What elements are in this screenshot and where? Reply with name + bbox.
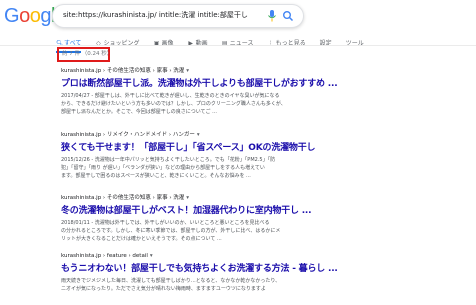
result-snippet: 2017/04/27 - 部屋干しは、外干しに比べて乾きが遅いし、生乾きのときの… [61,93,286,115]
tab-videos[interactable]: ▶ 動画 [188,37,207,51]
tab-tools[interactable]: ツール [346,37,364,51]
tab-images[interactable]: ▣ 画像 [154,37,174,51]
tab-more[interactable]: ⋮ もっと見る [268,37,306,51]
result-title[interactable]: もうニオわない！部屋干しでも気持ちよくお洗濯する方法 - 暮らし ... [61,261,361,274]
result-snippet: 2018/01/11 - 洗濯物は外干しでは、外干しがいいのか、いいところと悪い… [61,220,281,242]
result-title[interactable]: 冬の洗濯物は部屋干しがベスト！加湿器代わりに室内物干し ... [61,203,361,216]
result-url[interactable]: kurashinista.jp › feature › detail ▾ [61,253,361,259]
result-stats: 約 7 件 （0.24 秒） [57,47,112,62]
tab-news[interactable]: ▤ ニュース [222,37,254,51]
microphone-icon[interactable] [267,9,277,23]
more-icon: ⋮ [267,40,274,47]
result-title[interactable]: プロは断然部屋干し派。洗濯物は外干しよりも部屋干しがおすすめ ... [61,76,361,89]
result-url[interactable]: kurashinista.jp › その他生活の知恵 › 家事 › 洗濯 ▾ [61,66,361,74]
search-result: kurashinista.jp › その他生活の知恵 › 家事 › 洗濯 ▾ 冬の… [61,193,361,243]
chevron-down-icon[interactable]: ▾ [186,68,189,74]
divider [0,45,476,46]
search-result: kurashinista.jp › リメイク・ハンドメイド › ハンガー ▾ 狭く… [61,130,361,180]
search-input[interactable]: site:https://kurashinista.jp/ intitle:洗濯… [63,10,248,20]
search-bar[interactable]: site:https://kurashinista.jp/ intitle:洗濯… [52,4,304,28]
video-icon: ▶ [188,40,193,47]
image-icon: ▣ [153,40,160,47]
chevron-down-icon[interactable]: ▾ [197,132,200,138]
tab-settings[interactable]: 設定 [320,37,332,51]
search-result: kurashinista.jp › その他生活の知恵 › 家事 › 洗濯 ▾ プロ… [61,66,361,116]
news-icon: ▤ [221,40,228,47]
result-title[interactable]: 狭くても干せます！「部屋干し」「省スペース」OKの洗濯物干し [61,140,361,153]
chevron-down-icon[interactable]: ▾ [186,195,189,201]
search-result: kurashinista.jp › feature › detail ▾ もうニオ… [61,253,361,293]
result-snippet: 雨天続きでジメジメした毎日、洗濯しても部屋干しばかり…となると、なかなか乾かなか… [61,278,281,292]
chevron-down-icon[interactable]: ▾ [150,253,153,259]
result-snippet: 2015/12/26 - 洗濯物は一年中パリッと気持ちよく干したいところ。でも「… [61,157,276,179]
result-url[interactable]: kurashinista.jp › その他生活の知恵 › 家事 › 洗濯 ▾ [61,193,361,201]
search-tabs: 🔍︎すべて ◇ ショッピング ▣ 画像 ▶ 動画 ▤ ニュース ⋮ もっと見る 設定 ツー… [56,30,373,53]
result-url[interactable]: kurashinista.jp › リメイク・ハンドメイド › ハンガー ▾ [61,130,361,138]
search-icon[interactable] [282,10,294,22]
